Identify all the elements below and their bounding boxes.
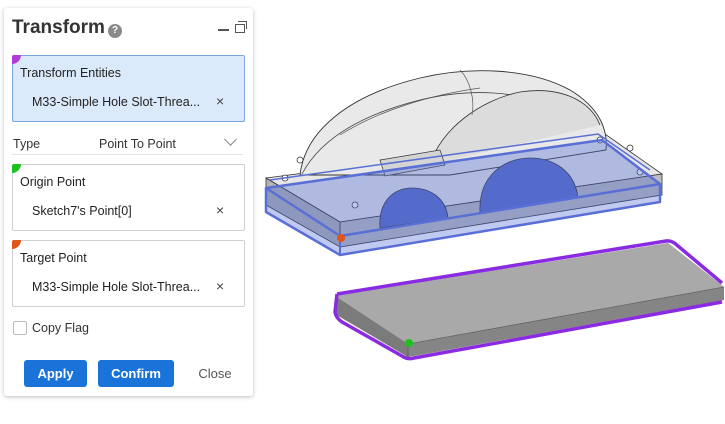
transform-entities-value: M33-Simple Hole Slot-Threa...: [32, 95, 201, 109]
chevron-down-icon[interactable]: [224, 133, 237, 146]
origin-point-value: Sketch7's Point[0]: [32, 204, 132, 218]
origin-point-marker[interactable]: [405, 339, 413, 347]
origin-point-label: Origin Point: [20, 175, 86, 189]
restore-window-icon[interactable]: [235, 21, 248, 34]
panel-title: Transform: [12, 17, 105, 38]
plate-body[interactable]: [333, 239, 725, 361]
type-label: Type: [13, 137, 41, 151]
target-point-marker[interactable]: [337, 234, 345, 242]
apply-button[interactable]: Apply: [24, 360, 87, 387]
entities-marker-icon: [12, 55, 21, 64]
panel-header: Transform ?: [12, 16, 247, 40]
copy-flag-label: Copy Flag: [32, 321, 89, 335]
copy-flag-checkbox[interactable]: [13, 321, 27, 335]
help-icon[interactable]: ?: [108, 24, 122, 38]
confirm-button[interactable]: Confirm: [98, 360, 174, 387]
transform-entities-field[interactable]: Transform Entities M33-Simple Hole Slot-…: [12, 55, 245, 122]
target-point-label: Target Point: [20, 251, 87, 265]
minimize-icon[interactable]: [218, 20, 230, 36]
remove-target-icon[interactable]: ×: [216, 278, 224, 294]
transform-panel: Transform ? Transform Entities M33-Simpl…: [4, 8, 253, 396]
remove-entity-icon[interactable]: ×: [216, 93, 224, 109]
close-button[interactable]: Close: [190, 360, 240, 387]
type-value[interactable]: Point To Point: [99, 137, 176, 151]
origin-point-field[interactable]: Origin Point Sketch7's Point[0] ×: [12, 164, 245, 231]
transform-entities-label: Transform Entities: [20, 66, 121, 80]
type-select[interactable]: Type Point To Point: [12, 132, 243, 155]
remove-origin-icon[interactable]: ×: [216, 202, 224, 218]
target-point-value: M33-Simple Hole Slot-Threa...: [32, 280, 201, 294]
origin-marker-icon: [12, 164, 21, 173]
target-point-field[interactable]: Target Point M33-Simple Hole Slot-Threa.…: [12, 240, 245, 307]
target-marker-icon: [12, 240, 21, 249]
